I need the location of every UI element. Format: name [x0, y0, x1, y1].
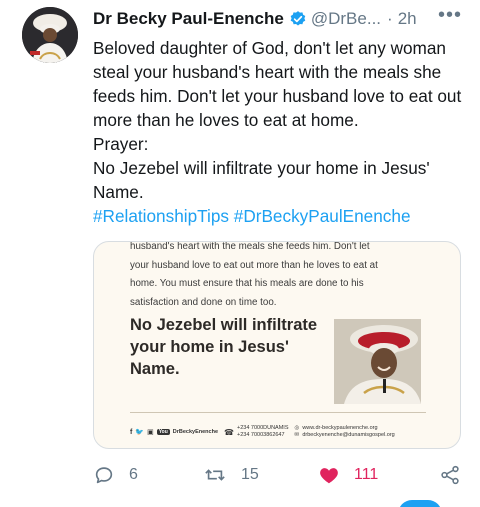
facebook-icon: f [130, 428, 133, 436]
youtube-icon: You [156, 429, 170, 435]
twitter-icon: 🐦 [135, 429, 145, 436]
tweet-time[interactable]: 2h [398, 9, 417, 29]
more-options-icon[interactable]: ••• [438, 5, 462, 33]
share-icon [441, 465, 459, 485]
email-text: drbeckyenenche@dunamisgospel.org [302, 432, 395, 438]
card-body-line: your husband love to eat out more than h… [130, 259, 378, 271]
website-text: www.dr-beckypaulenenche.org [302, 425, 378, 431]
reply-icon [95, 467, 113, 484]
card-body-line: satisfaction and done on time too. [130, 296, 277, 308]
card-footer: f 🐦 ▣ You DrBeckyEnenche ☎ +234 7000DUNA… [130, 420, 430, 444]
phone-icon: ☎ [224, 427, 234, 437]
tweet-prayer: No Jezebel will infiltrate your home in … [93, 158, 430, 202]
card-portrait-photo [334, 319, 421, 404]
contact-block: ◎ ✉ www.dr-beckypaulenenche.org drbeckye… [295, 425, 395, 439]
separator-dot: · [387, 9, 393, 28]
avatar[interactable] [22, 7, 78, 63]
card-body-line: husband's heart with the meals she feeds… [130, 241, 370, 252]
portrait-image [334, 319, 421, 404]
author-name[interactable]: Dr Becky Paul-Enenche [93, 9, 284, 29]
tweet-prayer-label: Prayer: [93, 134, 149, 154]
share-button[interactable] [439, 464, 461, 486]
tweet-image-card[interactable]: husband's heart with the meals she feeds… [93, 241, 461, 449]
verified-badge-icon [290, 11, 306, 26]
card-body-line: home. You must ensure that his meals are… [130, 278, 364, 289]
retweet-count: 15 [241, 466, 259, 483]
author-handle[interactable]: @DrBe... [311, 9, 381, 29]
mail-icon: ✉ [294, 432, 300, 438]
reply-count: 6 [129, 466, 138, 483]
phone-number-2: +234 70003862647 [236, 432, 285, 438]
card-divider [130, 412, 426, 413]
reply-button[interactable]: 6 [93, 464, 138, 486]
social-handle: DrBeckyEnenche [172, 429, 219, 435]
retweet-icon [205, 469, 225, 481]
instagram-icon: ▣ [147, 429, 154, 436]
globe-icon: ◎ [294, 425, 300, 431]
tweet-actions: 6 15 111 [93, 462, 468, 488]
phone-block: ☎ +234 7000DUNAMIS +234 70003862647 [224, 425, 288, 439]
phone-number-1: +234 7000DUNAMIS [236, 425, 289, 431]
compose-fab-edge[interactable] [398, 500, 442, 507]
like-count: 111 [354, 466, 379, 483]
tweet-text: Beloved daughter of God, don't let any w… [93, 36, 468, 228]
tweet-header: Dr Becky Paul-Enenche @DrBe... · 2h ••• [93, 5, 462, 33]
heart-icon [320, 468, 338, 484]
tweet-paragraph: Beloved daughter of God, don't let any w… [93, 38, 462, 130]
card-title: No Jezebel will infiltrate your home in … [130, 316, 318, 378]
hashtag-links[interactable]: #RelationshipTips #DrBeckyPaulEnenche [93, 204, 468, 228]
social-icons: f 🐦 ▣ You DrBeckyEnenche [130, 428, 219, 437]
retweet-button[interactable]: 15 [203, 464, 259, 486]
avatar-photo [22, 7, 78, 63]
like-button[interactable]: 111 [318, 464, 378, 486]
card-body-text: husband's heart with the meals she feeds… [130, 241, 430, 312]
